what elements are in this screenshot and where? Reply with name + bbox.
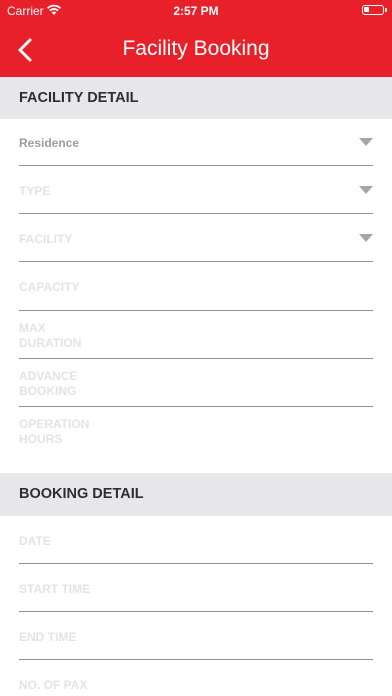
operation-hours-field: OPERATION HOURS xyxy=(19,416,373,454)
battery-icon xyxy=(362,5,387,15)
field-divider xyxy=(19,406,373,407)
capacity-field: CAPACITY xyxy=(19,272,373,311)
advance-booking-field: ADVANCE BOOKING xyxy=(19,368,373,407)
max-duration-label-line2: DURATION xyxy=(19,336,82,350)
operation-hours-label-line1: OPERATION xyxy=(19,417,90,431)
field-divider xyxy=(19,659,373,660)
date-field[interactable]: DATE xyxy=(19,526,373,564)
field-divider xyxy=(19,563,373,564)
page-title: Facility Booking xyxy=(122,37,270,60)
field-divider xyxy=(19,213,373,214)
end-time-field[interactable]: END TIME xyxy=(19,622,373,660)
chevron-down-icon xyxy=(359,186,373,194)
field-divider xyxy=(19,165,373,166)
type-label: TYPE xyxy=(19,184,51,198)
facility-label: FACILITY xyxy=(19,232,73,246)
field-divider xyxy=(19,358,373,359)
operation-hours-label-line2: HOURS xyxy=(19,432,63,446)
end-time-label: END TIME xyxy=(19,630,77,644)
max-duration-field: MAX DURATION xyxy=(19,320,373,359)
start-time-label: START TIME xyxy=(19,582,91,596)
start-time-field[interactable]: START TIME xyxy=(19,574,373,612)
status-bar: Carrier 2:57 PM xyxy=(0,0,392,22)
chevron-down-icon xyxy=(359,234,373,242)
capacity-label: CAPACITY xyxy=(19,280,80,294)
nav-bar: Facility Booking xyxy=(0,22,392,77)
residence-dropdown[interactable]: Residence xyxy=(19,128,373,166)
section-header-booking-detail: BOOKING DETAIL xyxy=(0,473,392,516)
max-duration-label-line1: MAX xyxy=(19,321,46,335)
field-divider xyxy=(19,261,373,262)
no-of-pax-label: NO. OF PAX xyxy=(19,678,88,692)
facility-dropdown[interactable]: FACILITY xyxy=(19,224,373,262)
type-dropdown[interactable]: TYPE xyxy=(19,176,373,214)
section-header-facility-detail: FACILITY DETAIL xyxy=(0,77,392,119)
field-divider xyxy=(19,310,373,311)
clock: 2:57 PM xyxy=(173,4,219,18)
chevron-down-icon xyxy=(359,138,373,146)
field-divider xyxy=(19,611,373,612)
no-of-pax-field[interactable]: NO. OF PAX xyxy=(19,670,373,696)
date-label: DATE xyxy=(19,534,51,548)
advance-booking-label-line1: ADVANCE xyxy=(19,369,78,383)
residence-label: Residence xyxy=(19,136,80,150)
advance-booking-label-line2: BOOKING xyxy=(19,384,77,398)
